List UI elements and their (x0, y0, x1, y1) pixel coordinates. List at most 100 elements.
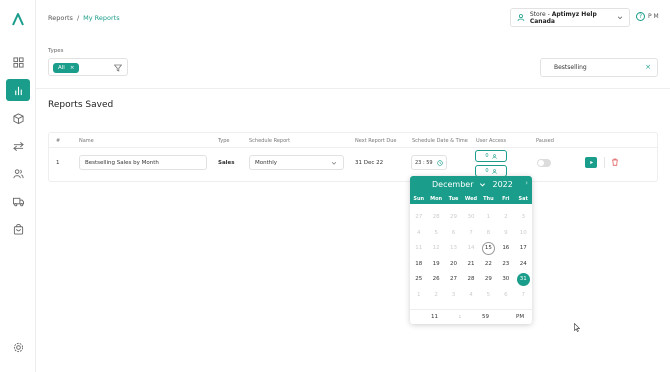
calendar-day[interactable]: 30 (462, 211, 479, 224)
run-report-button[interactable] (585, 157, 597, 168)
trash-icon[interactable] (611, 158, 619, 166)
calendar-day[interactable]: 2 (427, 289, 444, 302)
store-selector[interactable]: Store - Aptimyz Help Canada (510, 8, 630, 27)
weekday-label: Wed (464, 196, 478, 202)
picker-month[interactable]: December (432, 180, 473, 189)
calendar-day[interactable]: 4 (410, 227, 427, 240)
row-type: Sales (218, 160, 235, 166)
sidebar-item-users[interactable] (6, 162, 30, 184)
calendar-day[interactable]: 12 (427, 242, 444, 255)
calendar-day[interactable]: 4 (462, 289, 479, 302)
calendar-day[interactable]: 18 (410, 258, 427, 271)
calendar-day[interactable]: 6 (445, 227, 462, 240)
calendar-day[interactable]: 3 (445, 289, 462, 302)
weekday-label: Sat (518, 196, 528, 202)
hour-field[interactable]: 11 (431, 314, 438, 320)
calendar-day[interactable]: 1 (410, 289, 427, 302)
calendar-day[interactable]: 5 (480, 289, 497, 302)
schedule-select[interactable]: Monthly (249, 155, 344, 170)
calendar-day[interactable]: 26 (427, 273, 444, 286)
logo-icon[interactable] (11, 12, 25, 26)
calendar-week: 18 19 20 21 22 23 24 (410, 257, 532, 273)
sidebar-item-shipping[interactable] (6, 190, 30, 212)
calendar-day[interactable]: 10 (515, 227, 532, 240)
calendar-day[interactable]: 22 (480, 258, 497, 271)
next-month-button[interactable]: › (525, 179, 528, 187)
weekday-label: Sun (413, 196, 425, 202)
calendar-day-number: 9 (504, 229, 508, 236)
calendar-day-selected[interactable]: 31 (515, 273, 532, 287)
minute-field[interactable]: 59 (482, 314, 489, 320)
schedule-value: Monthly (255, 160, 278, 166)
calendar-day[interactable]: 3 (515, 211, 532, 224)
sidebar-item-dashboard[interactable] (6, 51, 30, 73)
schedule-time-field[interactable]: 23 : 59 (411, 155, 447, 170)
sidebar-item-orders[interactable] (6, 218, 30, 240)
calendar-day[interactable]: 27 (445, 273, 462, 286)
sidebar-item-reports[interactable] (6, 79, 30, 101)
calendar-day[interactable]: 28 (462, 273, 479, 286)
calendar-day[interactable]: 29 (480, 273, 497, 286)
calendar-day[interactable]: 25 (410, 273, 427, 286)
calendar-day[interactable]: 16 (497, 242, 514, 255)
header-divider (49, 147, 657, 148)
store-prefix: Store - (529, 10, 552, 18)
header-schedule: Schedule Report (249, 138, 291, 144)
calendar-day-number: 31 (516, 273, 530, 287)
calendar-day-number: 20 (450, 260, 458, 267)
meridiem-toggle[interactable]: PM (516, 314, 524, 320)
search-input[interactable]: Bestselling × (540, 58, 658, 77)
calendar-day[interactable]: 8 (480, 227, 497, 240)
sidebar-item-products[interactable] (6, 107, 30, 129)
chevron-down-icon (331, 161, 337, 165)
paused-toggle[interactable] (537, 159, 551, 167)
calendar-day[interactable]: 2 (497, 211, 514, 224)
help-icon: ? (636, 12, 645, 21)
calendar-day-number: 23 (502, 260, 510, 267)
type-chip-label: All (58, 65, 65, 71)
calendar-day[interactable]: 9 (497, 227, 514, 240)
search-clear-icon[interactable]: × (645, 63, 651, 71)
month-year-selector[interactable]: December 2022 (432, 180, 513, 189)
report-name-field[interactable]: Bestselling Sales by Month (79, 155, 207, 170)
calendar-day-number: 29 (450, 214, 458, 221)
weekday-label: Mon (430, 196, 443, 202)
row-index: 1 (56, 160, 60, 166)
calendar-day[interactable]: 14 (462, 242, 479, 255)
help-label: P M (648, 13, 659, 20)
calendar-day[interactable]: 29 (445, 211, 462, 224)
calendar-day[interactable]: 21 (462, 258, 479, 271)
calendar-day[interactable]: 11 (410, 242, 427, 255)
sidebar-item-transfer[interactable] (6, 135, 30, 157)
filter-icon[interactable] (114, 64, 122, 72)
calendar-day[interactable]: 7 (462, 227, 479, 240)
calendar-day[interactable]: 13 (445, 242, 462, 255)
user-access-button[interactable]: 0 (475, 150, 507, 162)
sidebar-item-settings[interactable] (6, 336, 30, 358)
calendar-day[interactable]: 1 (480, 211, 497, 224)
calendar-day[interactable]: 17 (515, 242, 532, 255)
calendar-day[interactable]: 5 (427, 227, 444, 240)
page-title: Reports Saved (48, 100, 114, 110)
help-menu[interactable]: ? P M (636, 12, 659, 21)
calendar-day[interactable]: 27 (410, 211, 427, 224)
breadcrumb-reports[interactable]: Reports (48, 14, 73, 22)
users-icon (12, 168, 24, 178)
calendar-day[interactable]: 28 (427, 211, 444, 224)
calendar-day[interactable]: 24 (515, 258, 532, 271)
type-chip-all[interactable]: All × (53, 63, 80, 73)
calendar-day-number: 7 (521, 291, 525, 298)
calendar-day[interactable]: 7 (515, 289, 532, 302)
picker-year[interactable]: 2022 (492, 180, 512, 189)
chip-close-icon[interactable]: × (70, 65, 75, 71)
calendar-day-today[interactable]: 15 (480, 242, 497, 256)
calendar-day[interactable]: 19 (427, 258, 444, 271)
calendar-day[interactable]: 23 (497, 258, 514, 271)
types-filter[interactable]: All × (48, 58, 128, 76)
truck-icon (12, 197, 24, 206)
calendar-day[interactable]: 30 (497, 273, 514, 286)
calendar-day[interactable]: 20 (445, 258, 462, 271)
breadcrumb: Reports / My Reports (48, 14, 120, 22)
access-count-2: 0 (485, 168, 489, 174)
calendar-day[interactable]: 6 (497, 289, 514, 302)
